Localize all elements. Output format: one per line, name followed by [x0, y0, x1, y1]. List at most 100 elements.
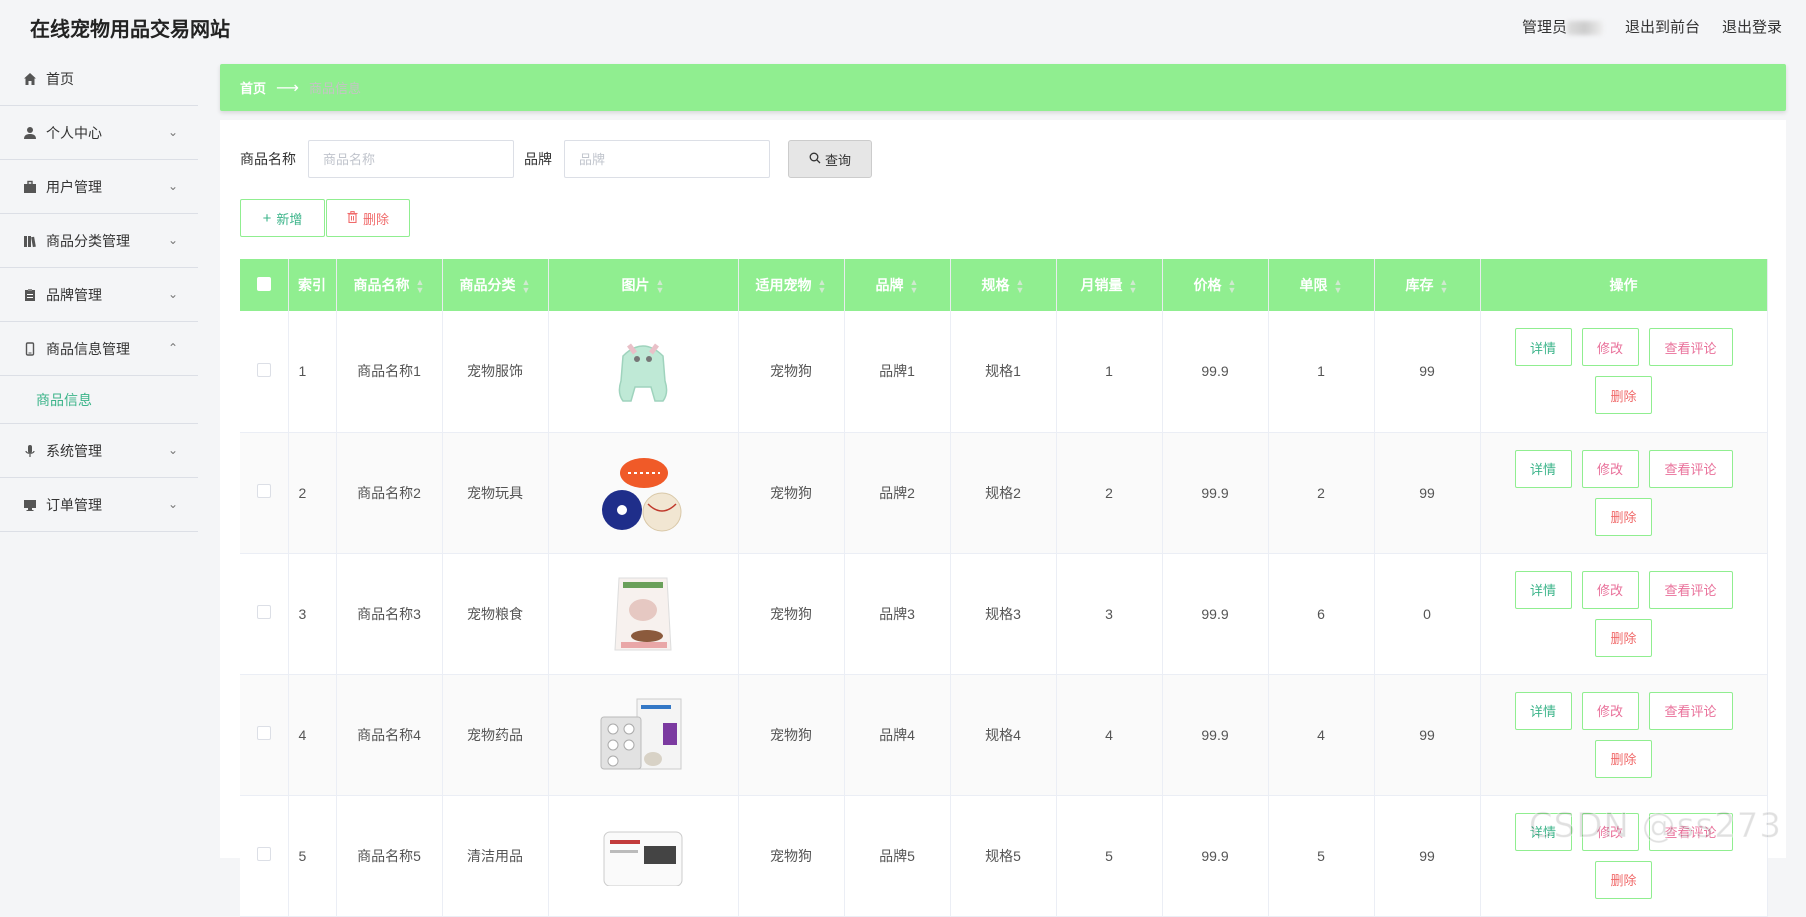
sidebar-item-brand[interactable]: 品牌管理 ⌄ — [0, 268, 198, 322]
sort-icon[interactable]: ▲ ▼ — [1334, 278, 1343, 295]
column-header[interactable]: 商品分类 ▲ ▼ — [442, 259, 549, 311]
sidebar-item-personal[interactable]: 个人中心 ⌄ — [0, 106, 198, 160]
detail-button[interactable]: 详情 — [1514, 691, 1572, 730]
column-header[interactable]: 价格 ▲ ▼ — [1162, 259, 1269, 311]
chevron-up-icon: ⌃ — [167, 341, 178, 355]
detail-button[interactable]: 详情 — [1514, 449, 1572, 488]
column-header[interactable]: 品牌 ▲ ▼ — [844, 259, 951, 311]
sort-icon[interactable]: ▲ ▼ — [416, 278, 425, 295]
admin-user[interactable]: 管理员 — [1522, 16, 1603, 37]
row-delete-button[interactable]: 删除 — [1595, 860, 1652, 899]
sales-cell: 3 — [1056, 553, 1163, 675]
row-checkbox[interactable] — [256, 726, 271, 740]
goods-name-cell: 商品名称3 — [336, 553, 443, 675]
row-select-cell[interactable] — [240, 795, 289, 917]
query-label: 查询 — [824, 152, 851, 168]
category-cell: 清洁用品 — [442, 795, 549, 917]
sidebar-item-category[interactable]: 商品分类管理 ⌄ — [0, 214, 198, 268]
row-actions: 详情 修改 查看评论 删除 — [1514, 449, 1734, 536]
image-cell — [548, 795, 739, 917]
chevron-down-icon: ⌄ — [167, 497, 178, 511]
brand-input[interactable] — [564, 140, 770, 178]
row-delete-button[interactable]: 删除 — [1595, 618, 1652, 657]
column-header-label: 单限 — [1299, 277, 1328, 293]
sort-icon[interactable]: ▲ ▼ — [910, 278, 919, 295]
brand-cell: 品牌3 — [844, 553, 951, 675]
row-actions: 详情 修改 查看评论 删除 — [1514, 691, 1734, 778]
row-checkbox[interactable] — [256, 847, 271, 861]
view-reviews-button[interactable]: 查看评论 — [1648, 328, 1733, 367]
row-delete-button[interactable]: 删除 — [1595, 376, 1652, 415]
front-link[interactable]: 退出到前台 — [1625, 16, 1700, 37]
table-header-row: 索引 商品名称 ▲ ▼ 商品分类 ▲ ▼ 图片 ▲ ▼ 适用宠物 ▲ ▼ 品牌 ▲ ▼ 规格 ▲ ▼ 月… — [240, 259, 1768, 311]
sort-icon[interactable]: ▲ ▼ — [1228, 278, 1237, 295]
row-select-cell[interactable] — [240, 311, 289, 433]
query-button[interactable]: 查询 — [788, 140, 872, 178]
sidebar-item-users[interactable]: 用户管理 ⌄ — [0, 160, 198, 214]
column-header[interactable]: 商品名称 ▲ ▼ — [336, 259, 443, 311]
view-reviews-button[interactable]: 查看评论 — [1648, 449, 1733, 488]
add-button[interactable]: + 新增 — [240, 199, 325, 237]
detail-button[interactable]: 详情 — [1514, 328, 1572, 367]
stock-cell: 99 — [1374, 432, 1481, 554]
column-header[interactable]: 月销量 ▲ ▼ — [1056, 259, 1163, 311]
detail-button[interactable]: 详情 — [1514, 570, 1572, 609]
row-checkbox[interactable] — [256, 362, 271, 377]
row-select-cell[interactable] — [240, 674, 289, 796]
sidebar-item-system[interactable]: 系统管理 ⌄ — [0, 424, 198, 478]
row-select-cell[interactable] — [240, 432, 289, 554]
sort-icon[interactable]: ▲ ▼ — [1016, 278, 1025, 295]
column-header-label: 图片 — [621, 277, 650, 293]
content-panel: 商品名称 品牌 查询 + 新增 删除 索引 商品名称 ▲▼ 商品分类 ▲▼ — [220, 120, 1786, 917]
select-all-checkbox[interactable] — [256, 276, 271, 291]
stock-cell: 99 — [1374, 311, 1481, 433]
sort-icon[interactable]: ▲ ▼ — [656, 278, 665, 295]
limit-cell: 2 — [1268, 432, 1375, 554]
delete-label: 删除 — [362, 211, 389, 227]
spec-cell: 规格5 — [950, 795, 1057, 917]
goods-name-label: 商品名称 — [240, 151, 296, 167]
column-header-label: 商品名称 — [353, 277, 410, 293]
logout-link[interactable]: 退出登录 — [1722, 16, 1782, 37]
delete-button[interactable]: 删除 — [326, 199, 410, 237]
row-checkbox[interactable] — [256, 605, 271, 619]
column-header[interactable]: 图片 ▲ ▼ — [548, 259, 739, 311]
sales-cell: 1 — [1056, 311, 1163, 433]
sort-icon[interactable]: ▲ ▼ — [1440, 278, 1449, 295]
edit-button[interactable]: 修改 — [1581, 691, 1639, 730]
sidebar-item-home[interactable]: 首页 — [0, 52, 198, 106]
column-header[interactable]: 适用宠物 ▲ ▼ — [738, 259, 845, 311]
sort-icon[interactable]: ▲ ▼ — [522, 278, 531, 295]
limit-cell: 6 — [1268, 553, 1375, 675]
sidebar-item-orders[interactable]: 订单管理 ⌄ — [0, 478, 198, 532]
edit-button[interactable]: 修改 — [1581, 328, 1639, 367]
row-checkbox[interactable] — [256, 484, 271, 498]
sort-icon[interactable]: ▲ ▼ — [818, 278, 827, 295]
column-header[interactable]: 规格 ▲ ▼ — [950, 259, 1057, 311]
image-cell — [548, 674, 739, 796]
view-reviews-button[interactable]: 查看评论 — [1648, 691, 1733, 730]
row-delete-button[interactable]: 删除 — [1595, 497, 1652, 536]
row-select-cell[interactable] — [240, 553, 289, 675]
pet-cell: 宠物狗 — [738, 432, 845, 554]
sidebar-item-goods-info[interactable]: 商品信息管理 ⌃ — [0, 322, 198, 376]
mobile-icon — [22, 341, 38, 357]
column-header-label: 库存 — [1405, 277, 1434, 293]
row-delete-button[interactable]: 删除 — [1595, 739, 1652, 778]
sidebar-item-label: 品牌管理 — [46, 286, 102, 303]
goods-name-input[interactable] — [308, 140, 514, 178]
edit-button[interactable]: 修改 — [1581, 449, 1639, 488]
goods-name-cell: 商品名称2 — [336, 432, 443, 554]
view-reviews-button[interactable]: 查看评论 — [1648, 570, 1733, 609]
sort-icon[interactable]: ▲ ▼ — [1129, 278, 1138, 295]
breadcrumb-home[interactable]: 首页 — [240, 78, 266, 97]
pet-cell: 宠物狗 — [738, 311, 845, 433]
select-all-header[interactable] — [240, 259, 289, 311]
column-header[interactable]: 库存 ▲ ▼ — [1374, 259, 1481, 311]
column-header[interactable]: 单限 ▲ ▼ — [1268, 259, 1375, 311]
sidebar-subitem-goods-info[interactable]: 商品信息 — [0, 376, 198, 424]
column-header-label: 适用宠物 — [755, 277, 812, 293]
edit-button[interactable]: 修改 — [1581, 570, 1639, 609]
table-row: 2 商品名称2 宠物玩具 宠物狗 品牌2 规格2 2 99.9 2 99 详情 … — [240, 432, 1768, 554]
sales-cell: 5 — [1056, 795, 1163, 917]
